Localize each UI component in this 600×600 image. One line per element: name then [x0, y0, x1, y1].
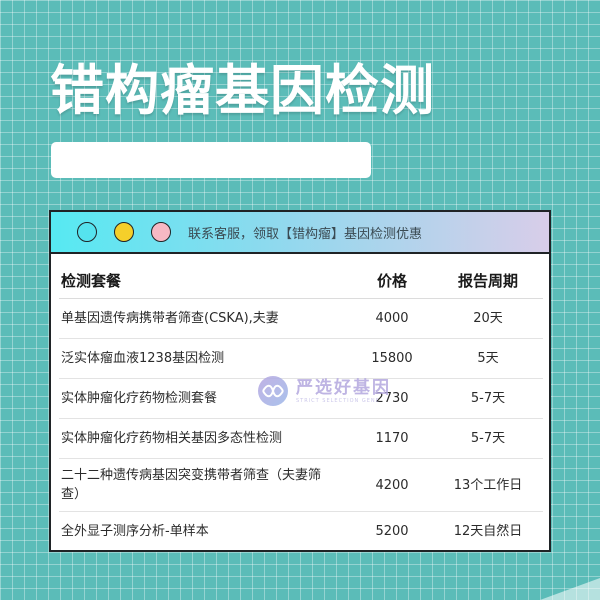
package-name: 泛实体瘤血液1238基因检测: [59, 338, 351, 379]
table-row[interactable]: 实体肿瘤化疗药物相关基因多态性检测 1170 5-7天: [59, 418, 543, 459]
package-period: 13个工作日: [433, 458, 543, 512]
corner-decoration: [540, 578, 600, 600]
package-price: 4000: [351, 298, 433, 339]
header-price: 价格: [351, 262, 433, 299]
package-period: 5-7天: [433, 418, 543, 459]
package-name: 二十二种遗传病基因突变携带者筛查（夫妻筛查）: [59, 458, 351, 512]
subtitle-bar: [51, 142, 371, 178]
table-row[interactable]: 实体肿瘤化疗药物检测套餐 2730 5-7天: [59, 378, 543, 419]
package-price: 4200: [351, 458, 433, 512]
package-price: 1170: [351, 418, 433, 459]
package-table: 检测套餐 价格 报告周期 单基因遗传病携带者筛查(CSKA),夫妻 4000 2…: [59, 262, 543, 551]
table-row[interactable]: 二十二种遗传病基因突变携带者筛查（夫妻筛查） 4200 13个工作日: [59, 458, 543, 512]
table-row[interactable]: 泛实体瘤血液1238基因检测 15800 5天: [59, 338, 543, 379]
package-name: 实体肿瘤化疗药物检测套餐: [59, 378, 351, 419]
table-row[interactable]: 单基因遗传病携带者筛查(CSKA),夫妻 4000 20天: [59, 298, 543, 339]
yellow-dot-icon: [114, 222, 134, 242]
card-header: 联系客服，领取【错构瘤】基因检测优惠: [51, 212, 549, 254]
package-card: 联系客服，领取【错构瘤】基因检测优惠 检测套餐 价格 报告周期 单基因遗传病携带…: [49, 210, 551, 552]
package-price: 2730: [351, 378, 433, 419]
package-name: 全外显子测序分析-单样本: [61, 524, 209, 539]
package-period: 12天自然日: [453, 524, 523, 539]
package-period: 5天: [433, 338, 543, 379]
package-price: 5200: [375, 524, 409, 539]
table-row[interactable]: 全外显子测序分析-单样本 5200 12天自然日: [59, 512, 543, 551]
package-period: 5-7天: [433, 378, 543, 419]
header-period: 报告周期: [433, 262, 543, 299]
cyan-dot-icon: [77, 222, 97, 242]
contact-service-text[interactable]: 联系客服，领取【错构瘤】基因检测优惠: [188, 223, 422, 242]
package-price: 15800: [351, 338, 433, 379]
table-header-row: 检测套餐 价格 报告周期: [59, 262, 543, 299]
pink-dot-icon: [151, 222, 171, 242]
package-name: 单基因遗传病携带者筛查(CSKA),夫妻: [59, 298, 351, 339]
header-package: 检测套餐: [59, 262, 351, 299]
package-name: 实体肿瘤化疗药物相关基因多态性检测: [59, 418, 351, 459]
page-title: 错构瘤基因检测: [50, 59, 435, 122]
package-period: 20天: [433, 298, 543, 339]
